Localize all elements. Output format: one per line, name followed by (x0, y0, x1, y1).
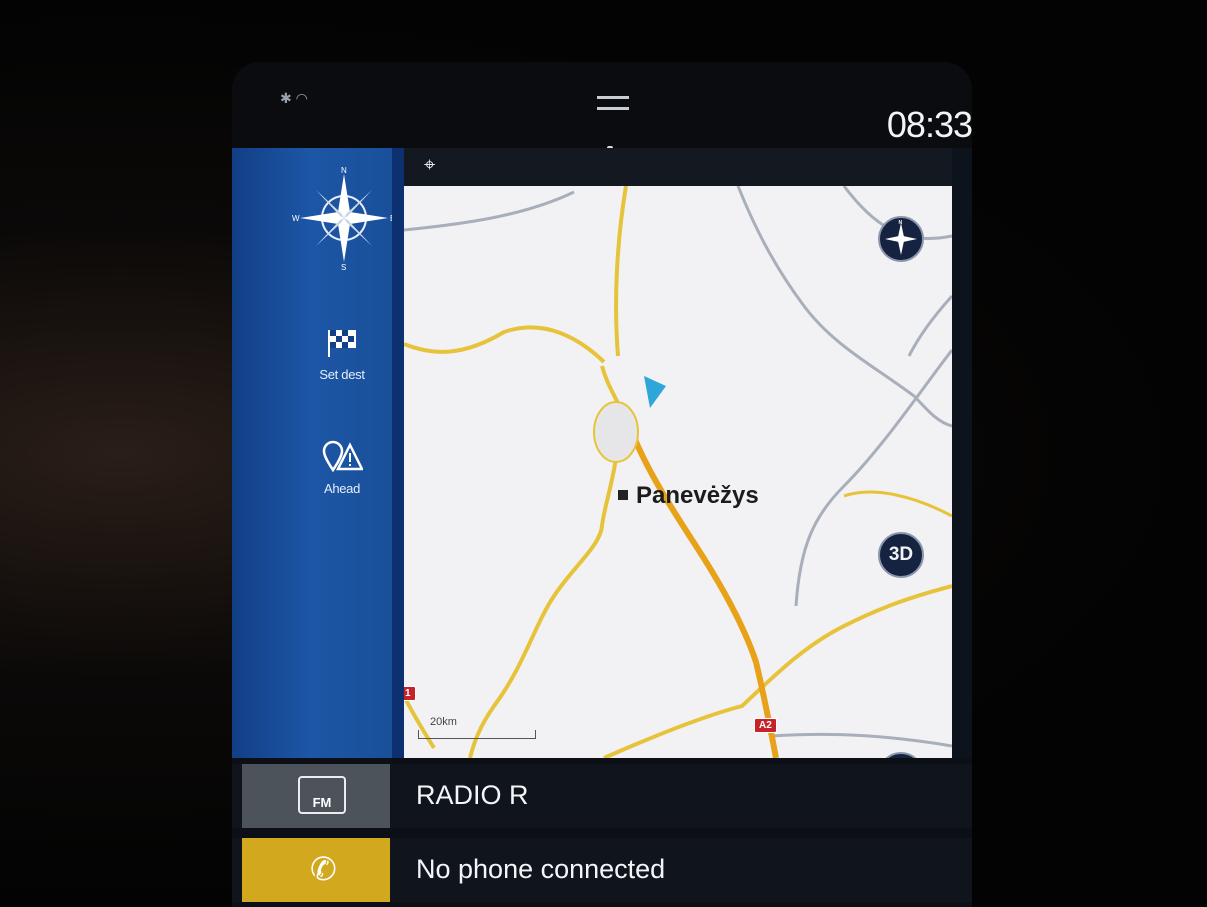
3d-view-button[interactable]: 3D (878, 532, 924, 578)
status-bar: ✱ ◠ 08:33 (232, 62, 972, 153)
set-dest-label: Set dest (319, 367, 365, 382)
ahead-button[interactable]: Ahead (292, 440, 392, 496)
radio-icon-box: FM (242, 764, 390, 828)
map-scale: 20km (418, 716, 538, 742)
phone-icon: ✆ (310, 851, 337, 887)
phone-tile[interactable]: ✆ No phone connected (232, 838, 972, 902)
map-top-bar: ⌖ (404, 148, 952, 188)
radio-station-label: RADIO R (416, 780, 529, 810)
navigation-map[interactable]: Panevėžys A2 1 20km N 3D ↘ (404, 186, 952, 758)
map-compass-button[interactable]: N (878, 216, 924, 262)
svg-text:W: W (292, 214, 300, 223)
city-label: Panevėžys (618, 482, 759, 510)
top-pull-down-handle[interactable] (597, 96, 629, 110)
right-rail (952, 148, 972, 758)
svg-text:N: N (341, 166, 347, 175)
road-shield-left: 1 (404, 686, 416, 701)
set-destination-button[interactable]: Set dest (292, 328, 392, 382)
ahead-label: Ahead (323, 481, 361, 496)
fm-radio-icon: FM (298, 776, 346, 814)
radio-tile[interactable]: FM RADIO R (232, 764, 972, 828)
clock: 08:33 (886, 104, 972, 145)
svg-text:N: N (899, 220, 903, 226)
svg-text:S: S (341, 263, 346, 270)
sidebar-edge (392, 148, 404, 758)
poi-warning-icon (322, 440, 365, 473)
infotainment-screen: ✱ ◠ 08:33 N S W E (232, 62, 972, 907)
wifi-icon: ✱ ◠ (280, 90, 308, 106)
map-roads (404, 186, 952, 758)
scale-label: 20km (430, 716, 457, 728)
road-shield-a2: A2 (754, 718, 777, 733)
city-name: Panevėžys (636, 482, 759, 509)
compass-rose-icon[interactable]: N S W E (292, 166, 396, 270)
recenter-icon[interactable]: ⌖ (424, 154, 435, 177)
checkered-flag-icon (328, 330, 356, 357)
nav-sidebar: N S W E Set dest (232, 148, 404, 758)
phone-status-label: No phone connected (416, 854, 666, 884)
phone-icon-box: ✆ (242, 838, 390, 902)
compass-icon: N (885, 220, 917, 255)
